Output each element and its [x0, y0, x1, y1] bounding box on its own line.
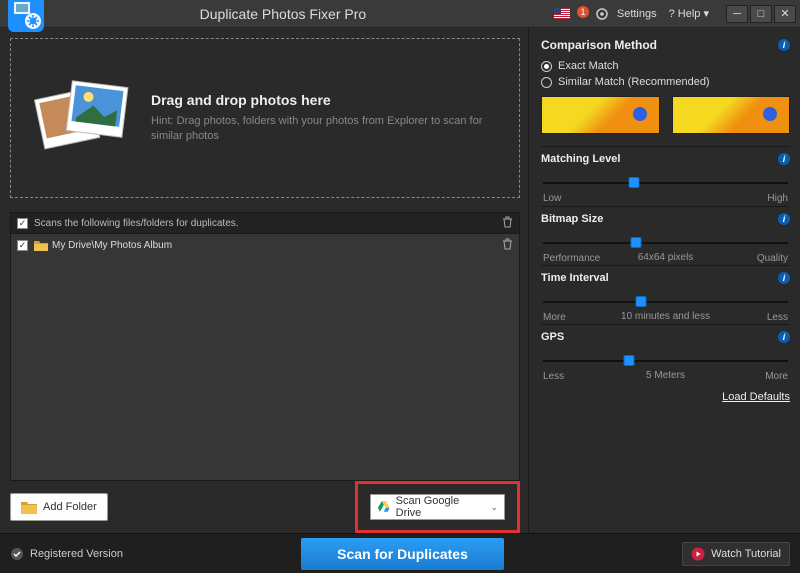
- close-button[interactable]: ✕: [774, 5, 796, 23]
- info-icon[interactable]: i: [778, 39, 790, 51]
- google-drive-icon: [377, 501, 391, 513]
- check-circle-icon: [10, 547, 24, 561]
- dropzone-hint: Hint: Drag photos, folders with your pho…: [151, 114, 504, 145]
- dropzone-heading: Drag and drop photos here: [151, 92, 504, 108]
- info-icon[interactable]: i: [778, 153, 790, 165]
- radio-icon: [541, 61, 552, 72]
- info-icon[interactable]: i: [778, 331, 790, 343]
- watch-tutorial-button[interactable]: Watch Tutorial: [682, 542, 790, 566]
- scan-list-header-label: Scans the following files/folders for du…: [34, 218, 239, 229]
- chevron-down-icon: ⌄: [490, 502, 498, 513]
- load-defaults-link[interactable]: Load Defaults: [722, 391, 790, 403]
- app-title: Duplicate Photos Fixer Pro: [12, 6, 554, 22]
- gps-title: GPS: [541, 331, 564, 343]
- slider-thumb[interactable]: [623, 355, 634, 366]
- play-icon: [691, 547, 705, 561]
- comparison-method-title: Comparison Method i: [541, 38, 790, 52]
- remove-item-button[interactable]: [502, 238, 513, 253]
- radio-icon: [541, 77, 552, 88]
- exact-match-radio[interactable]: Exact Match: [541, 60, 790, 72]
- settings-gear-icon[interactable]: [596, 8, 608, 20]
- registered-status: Registered Version: [10, 547, 123, 561]
- photos-stack-icon: [26, 68, 136, 168]
- scan-list-body: My Drive\My Photos Album: [10, 234, 520, 481]
- svg-text:1: 1: [580, 7, 585, 17]
- select-all-checkbox[interactable]: [17, 218, 28, 229]
- folder-icon: [21, 500, 37, 514]
- time-interval-slider[interactable]: [543, 294, 788, 310]
- content: Drag and drop photos here Hint: Drag pho…: [0, 28, 800, 533]
- clear-all-button[interactable]: [502, 216, 513, 231]
- minimize-button[interactable]: ─: [726, 5, 748, 23]
- settings-link[interactable]: Settings: [614, 6, 660, 22]
- similar-match-radio[interactable]: Similar Match (Recommended): [541, 76, 790, 88]
- list-item[interactable]: My Drive\My Photos Album: [11, 234, 519, 256]
- time-interval-title: Time Interval: [541, 272, 609, 284]
- dropzone-text: Drag and drop photos here Hint: Drag pho…: [151, 92, 504, 145]
- titlebar-right: 1 Settings ? Help ▾ ─ □ ✕: [554, 5, 796, 23]
- titlebar: Duplicate Photos Fixer Pro 1 Settings ? …: [0, 0, 800, 28]
- scan-gdrive-label: Scan Google Drive: [396, 495, 486, 519]
- language-flag-icon[interactable]: [554, 8, 570, 19]
- comparison-thumbnails: [541, 96, 790, 134]
- info-icon[interactable]: i: [778, 213, 790, 225]
- item-path: My Drive\My Photos Album: [52, 240, 172, 251]
- slider-thumb[interactable]: [628, 177, 639, 188]
- bitmap-size-title: Bitmap Size: [541, 213, 603, 225]
- slider-thumb[interactable]: [636, 296, 647, 307]
- folder-icon: [34, 239, 48, 251]
- highlight-box: Scan Google Drive ⌄: [355, 481, 520, 533]
- scan-list-header: Scans the following files/folders for du…: [10, 212, 520, 234]
- left-panel: Drag and drop photos here Hint: Drag pho…: [0, 28, 528, 533]
- scan-for-duplicates-button[interactable]: Scan for Duplicates: [301, 538, 504, 570]
- sample-thumb: [541, 96, 660, 134]
- add-folder-label: Add Folder: [43, 501, 97, 513]
- footer: Registered Version Scan for Duplicates W…: [0, 533, 800, 573]
- notification-badge-icon[interactable]: 1: [576, 5, 590, 22]
- item-checkbox[interactable]: [17, 240, 28, 251]
- gps-slider[interactable]: [543, 353, 788, 369]
- app-logo-icon: [6, 0, 46, 34]
- bitmap-size-slider[interactable]: [543, 235, 788, 251]
- left-bottom-row: Add Folder Scan Google Drive ⌄: [10, 481, 520, 533]
- add-folder-button[interactable]: Add Folder: [10, 493, 108, 521]
- sample-thumb: [672, 96, 791, 134]
- slider-thumb[interactable]: [631, 237, 642, 248]
- scan-list: Scans the following files/folders for du…: [10, 212, 520, 481]
- maximize-button[interactable]: □: [750, 5, 772, 23]
- help-link[interactable]: ? Help ▾: [666, 5, 712, 22]
- scan-google-drive-dropdown[interactable]: Scan Google Drive ⌄: [370, 494, 505, 520]
- dropzone[interactable]: Drag and drop photos here Hint: Drag pho…: [10, 38, 520, 198]
- right-panel: Comparison Method i Exact Match Similar …: [528, 28, 800, 533]
- matching-level-slider[interactable]: [543, 175, 788, 191]
- matching-level-title: Matching Level: [541, 153, 620, 165]
- info-icon[interactable]: i: [778, 272, 790, 284]
- chevron-down-icon: ▾: [703, 8, 709, 20]
